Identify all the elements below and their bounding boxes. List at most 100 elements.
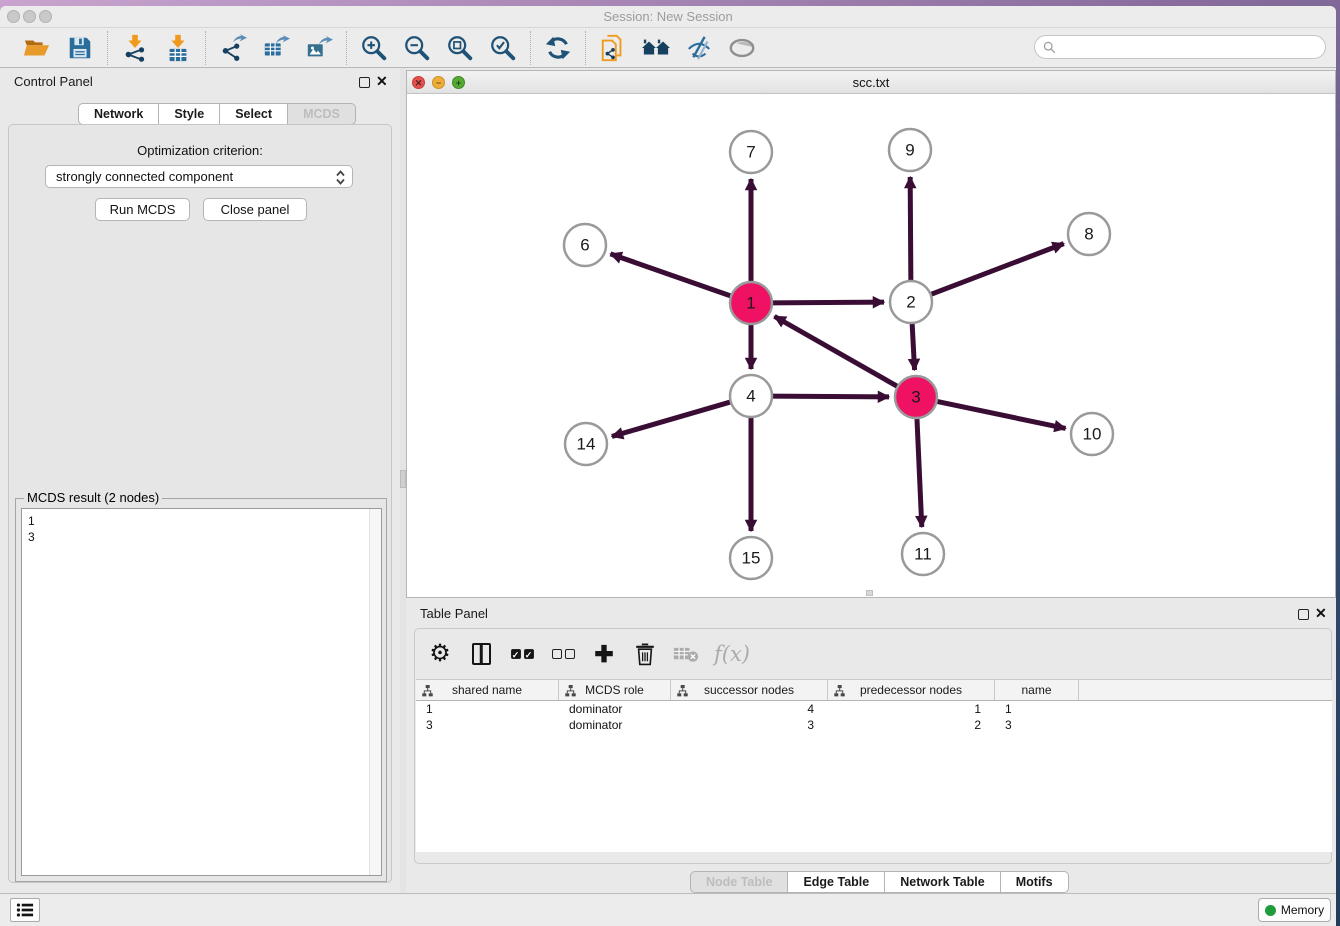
task-history-button[interactable] <box>10 898 40 922</box>
show-panel-icon[interactable] <box>727 33 757 63</box>
node-4[interactable]: 4 <box>730 375 772 417</box>
cell-predecessor-nodes[interactable]: 1 <box>828 701 995 717</box>
close-panel-button[interactable]: Close panel <box>203 198 307 221</box>
column-label: successor nodes <box>704 683 794 697</box>
edge-4-3[interactable] <box>770 396 889 397</box>
save-session-icon[interactable] <box>65 33 95 63</box>
export-table-icon[interactable] <box>261 33 291 63</box>
network-canvas[interactable]: 7 9 6 8 1 2 4 3 14 10 15 11 <box>407 94 1335 597</box>
home-view-icon[interactable] <box>641 33 671 63</box>
cell-name[interactable]: 1 <box>995 701 1079 717</box>
unselect-all-icon[interactable] <box>550 639 576 669</box>
column-header-shared-name[interactable]: shared name <box>416 680 559 700</box>
node-3[interactable]: 3 <box>895 376 937 418</box>
edge-2-3[interactable] <box>912 321 915 370</box>
import-network-icon[interactable] <box>120 33 150 63</box>
column-label: MCDS role <box>585 683 644 697</box>
zoom-out-icon[interactable] <box>402 33 432 63</box>
refresh-icon[interactable] <box>543 33 573 63</box>
tab-mcds[interactable]: MCDS <box>288 103 356 125</box>
hide-panel-icon[interactable] <box>684 33 714 63</box>
node-1[interactable]: 1 <box>730 282 772 324</box>
criterion-select[interactable]: strongly connected component <box>45 165 353 188</box>
edge-2-9[interactable] <box>910 177 911 283</box>
table-row: 3dominator323 <box>416 717 1332 733</box>
column-label: shared name <box>452 683 522 697</box>
close-table-panel-icon[interactable]: ✕ <box>1315 605 1327 621</box>
column-header-MCDS-role[interactable]: MCDS role <box>559 680 671 700</box>
edge-2-8[interactable] <box>929 244 1064 296</box>
export-network-icon[interactable] <box>218 33 248 63</box>
tab-node-table[interactable]: Node Table <box>690 871 788 893</box>
open-file-icon[interactable] <box>22 33 52 63</box>
control-panel-tabs: NetworkStyleSelectMCDS <box>78 103 356 125</box>
edge-1-2[interactable] <box>770 302 884 303</box>
tab-select[interactable]: Select <box>220 103 288 125</box>
cell-shared-name[interactable]: 3 <box>416 717 559 733</box>
mcds-result-list[interactable]: 13 <box>21 508 382 876</box>
column-header-name[interactable]: name <box>995 680 1079 700</box>
float-panel-icon[interactable] <box>359 77 370 88</box>
import-table-icon[interactable] <box>163 33 193 63</box>
edge-3-11[interactable] <box>917 416 922 527</box>
tab-motifs[interactable]: Motifs <box>1001 871 1069 893</box>
zoom-selected-icon[interactable] <box>488 33 518 63</box>
edge-4-14[interactable] <box>612 401 733 436</box>
tab-edge-table[interactable]: Edge Table <box>788 871 885 893</box>
node-7[interactable]: 7 <box>730 131 772 173</box>
search-input[interactable] <box>1061 39 1317 55</box>
zoom-fit-icon[interactable] <box>445 33 475 63</box>
node-6[interactable]: 6 <box>564 224 606 266</box>
cell-predecessor-nodes[interactable]: 2 <box>828 717 995 733</box>
add-row-icon[interactable]: ✚ <box>591 639 617 669</box>
select-all-icon[interactable]: ✓✓ <box>509 639 535 669</box>
cell-MCDS-role[interactable]: dominator <box>559 717 671 733</box>
edge-1-6[interactable] <box>610 254 733 297</box>
run-mcds-button[interactable]: Run MCDS <box>95 198 190 221</box>
node-8[interactable]: 8 <box>1068 213 1110 255</box>
toolbar-group <box>347 33 530 63</box>
list-icon <box>16 902 35 918</box>
mcds-panel: Optimization criterion: strongly connect… <box>8 124 392 883</box>
mcds-result-group: MCDS result (2 nodes) 13 <box>15 498 387 882</box>
column-header-predecessor-nodes[interactable]: predecessor nodes <box>828 680 995 700</box>
result-scrollbar[interactable] <box>369 509 381 875</box>
node-10[interactable]: 10 <box>1071 413 1113 455</box>
column-header-successor-nodes[interactable]: successor nodes <box>671 680 828 700</box>
columns-icon[interactable] <box>468 639 494 669</box>
zoom-in-icon[interactable] <box>359 33 389 63</box>
cell-successor-nodes[interactable]: 3 <box>671 717 828 733</box>
float-table-panel-icon[interactable] <box>1298 609 1309 620</box>
duplicate-network-icon[interactable] <box>598 33 628 63</box>
node-9[interactable]: 9 <box>889 129 931 171</box>
node-11[interactable]: 11 <box>902 533 944 575</box>
close-panel-icon[interactable]: ✕ <box>376 73 388 89</box>
search-icon <box>1043 41 1056 54</box>
tab-network-table[interactable]: Network Table <box>885 871 1001 893</box>
export-image-icon[interactable] <box>304 33 334 63</box>
network-window-titlebar[interactable]: ✕ − + scc.txt <box>407 71 1335 94</box>
node-15[interactable]: 15 <box>730 537 772 579</box>
node-2[interactable]: 2 <box>890 281 932 323</box>
node-14[interactable]: 14 <box>565 423 607 465</box>
window-resize-handle[interactable] <box>866 590 873 596</box>
cell-MCDS-role[interactable]: dominator <box>559 701 671 717</box>
toolbar-group <box>586 33 769 63</box>
tab-network[interactable]: Network <box>78 103 159 125</box>
gear-icon[interactable]: ⚙ <box>427 639 453 669</box>
app-window: Session: New Session Control Panel ✕ Net… <box>0 6 1336 926</box>
control-panel-header: Control Panel ✕ <box>0 72 400 96</box>
cell-successor-nodes[interactable]: 4 <box>671 701 828 717</box>
delete-row-icon[interactable] <box>632 639 658 669</box>
edge-3-10[interactable] <box>935 401 1066 429</box>
criterion-value: strongly connected component <box>56 169 233 184</box>
search-field[interactable] <box>1034 35 1326 59</box>
memory-button[interactable]: Memory <box>1258 898 1331 922</box>
cell-shared-name[interactable]: 1 <box>416 701 559 717</box>
tab-style[interactable]: Style <box>159 103 220 125</box>
node-table-panel: ⚙✓✓✚f(x) shared nameMCDS rolesuccessor n… <box>414 628 1332 864</box>
edge-3-1[interactable] <box>774 316 899 387</box>
memory-status-icon <box>1265 905 1276 916</box>
cell-name[interactable]: 3 <box>995 717 1079 733</box>
table-panel-tabs: Node TableEdge TableNetwork TableMotifs <box>690 871 1069 893</box>
